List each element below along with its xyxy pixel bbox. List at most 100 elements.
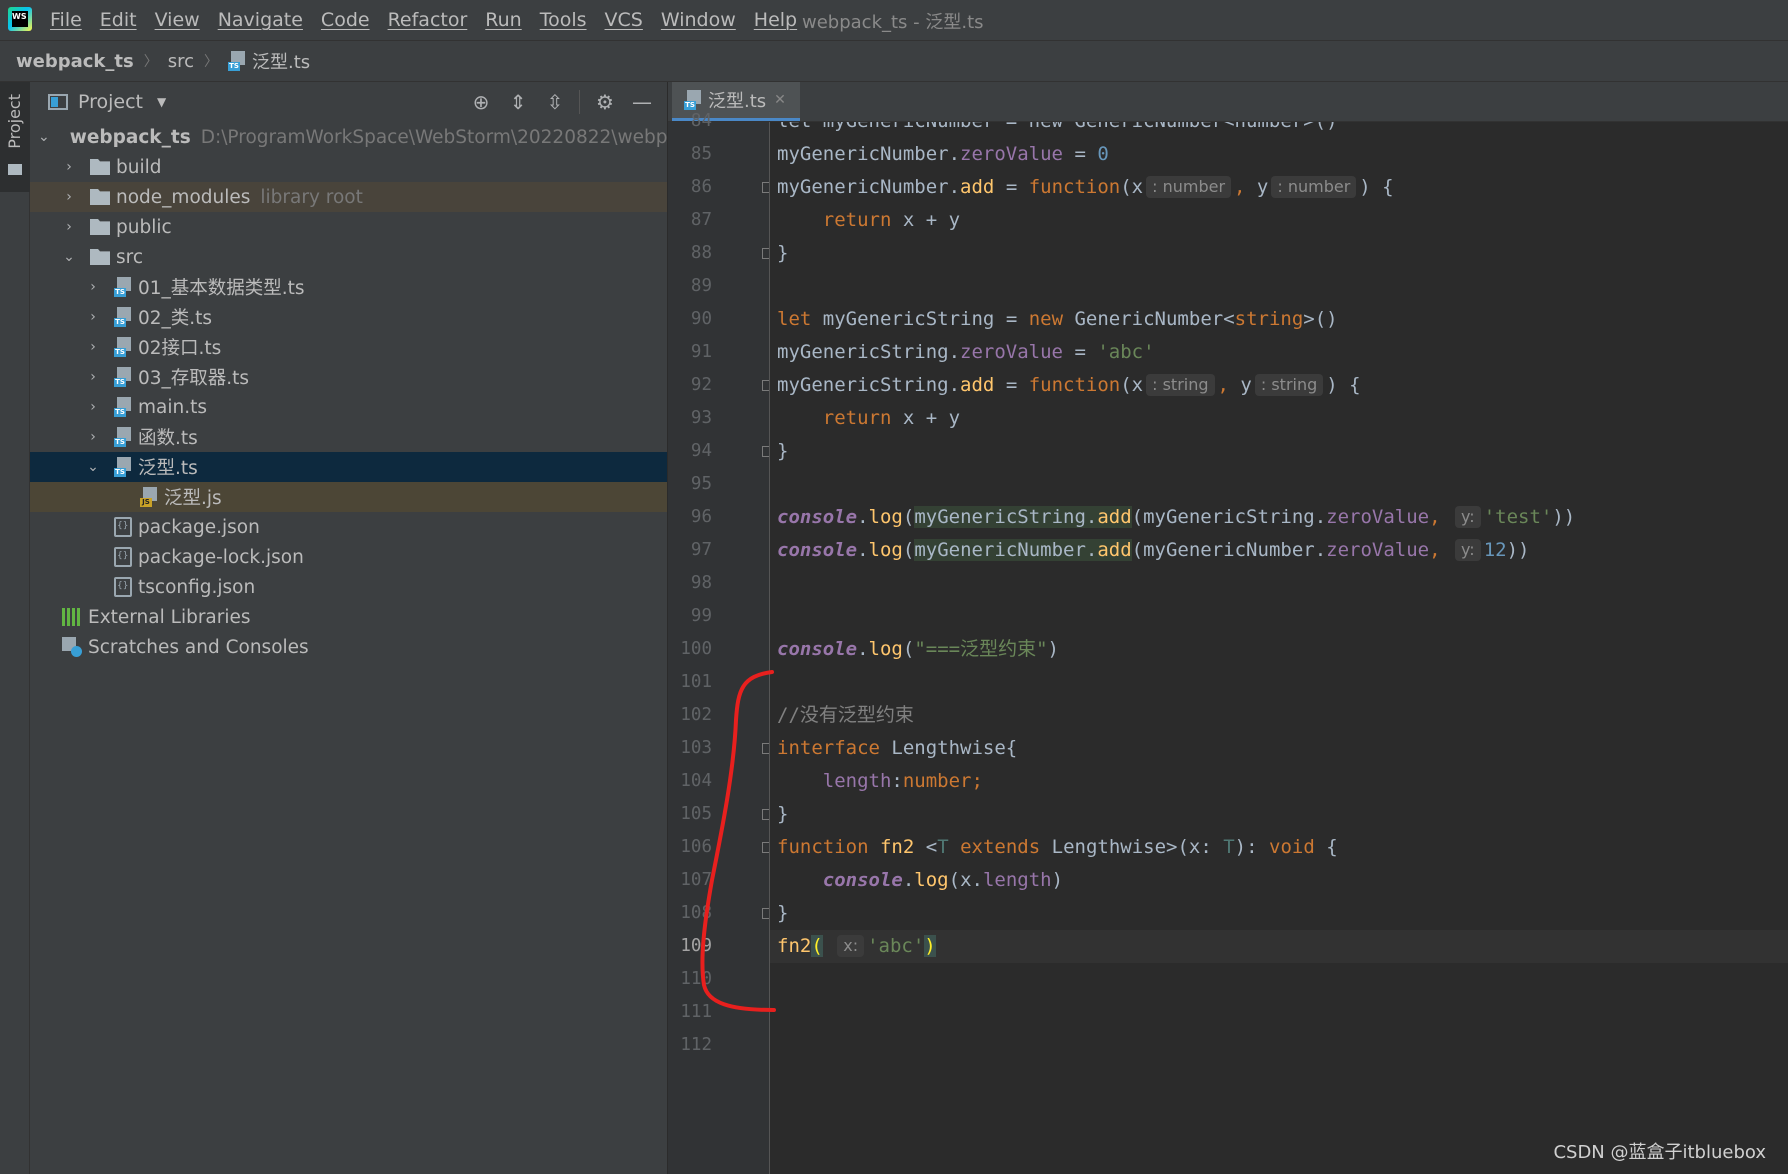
chevron-right-icon[interactable]: › [86,309,100,325]
breadcrumb-folder[interactable]: src [168,51,194,72]
tree-item-label: tsconfig.json [138,576,256,598]
code-line: myGenericString.add = function(x: string… [777,374,1361,396]
code-comment: //没有泛型约束 [777,704,914,726]
minimize-icon[interactable]: — [630,90,654,114]
code-token: "===泛型约束" [914,638,1048,660]
typescript-file-icon: TS [114,427,132,447]
menu-bar: WS File Edit View Navigate Code Refactor… [0,0,1788,40]
tree-item-build[interactable]: › build [30,152,667,182]
line-number: 103 [680,738,712,758]
menu-file[interactable]: File [50,9,82,31]
line-number: 89 [690,276,712,296]
line-number: 98 [690,573,712,593]
gear-icon[interactable]: ⚙ [593,90,617,114]
json-file-icon [114,577,132,597]
project-view-icon [48,94,68,110]
folder-icon [90,219,110,235]
chevron-right-icon[interactable]: › [86,279,100,295]
chevron-right-icon[interactable]: › [62,159,76,175]
menu-window[interactable]: Window [661,9,736,31]
chevron-right-icon[interactable]: › [62,189,76,205]
chevron-down-icon[interactable]: ⌄ [62,249,76,265]
chevron-right-icon[interactable]: › [86,369,100,385]
chevron-right-icon[interactable]: › [86,429,100,445]
param-hint: x: [837,935,865,957]
breadcrumb-file[interactable]: 泛型.ts [252,48,310,74]
code-token: 'test' [1483,506,1553,528]
code-token: zeroValue [960,341,1063,363]
code-line: } [777,242,789,264]
line-number-current: 109 [680,936,712,956]
code-editor[interactable]: let myGenericNumber = new GenericNumber<… [770,122,1788,1174]
param-hint: y: [1455,539,1481,561]
breadcrumb-project[interactable]: webpack_ts [16,51,134,72]
code-line: function fn2 <T extends Lengthwise>(x: T… [777,836,1338,858]
chevron-down-icon[interactable]: ▼ [157,95,166,109]
tree-item-label: webpack_ts [69,126,191,148]
collapse-all-icon[interactable]: ⇳ [543,90,567,114]
menu-run[interactable]: Run [485,9,521,31]
code-token: number; [902,770,983,792]
tree-item-scratches[interactable]: › Scratches and Consoles [30,632,667,662]
chevron-right-icon[interactable]: › [62,219,76,235]
tree-item-src[interactable]: ⌄ src [30,242,667,272]
tree-item-label: 03_存取器.ts [138,368,250,389]
line-number: 91 [690,342,712,362]
tree-item-file-selected[interactable]: ⌄ TS 泛型.ts [30,452,667,482]
tree-item-external-libraries[interactable]: › External Libraries [30,602,667,632]
menu-help[interactable]: Help [754,9,797,31]
code-line: console.log("===泛型约束") [777,638,1059,660]
code-line: length:number; [822,770,983,792]
menu-tools[interactable]: Tools [540,9,587,31]
tree-item-file[interactable]: › TS 02接口.ts [30,332,667,362]
menu-view[interactable]: View [155,9,200,31]
chevron-right-icon[interactable]: › [86,339,100,355]
menu-code[interactable]: Code [321,9,370,31]
project-tool-tab[interactable]: Project [0,82,30,192]
menu-navigate[interactable]: Navigate [218,9,303,31]
tree-item-label: src [116,246,144,268]
tree-item-file[interactable]: › package-lock.json [30,542,667,572]
tree-item-file[interactable]: › TS 函数.ts [30,422,667,452]
menu-items: File Edit View Navigate Code Refactor Ru… [50,0,815,40]
locate-icon[interactable]: ⊕ [469,90,493,114]
expand-all-icon[interactable]: ⇕ [506,90,530,114]
close-icon[interactable]: ✕ [774,92,786,108]
code-line: console.log(myGenericString.add(myGeneri… [777,506,1576,528]
tree-item-label: node_modules [116,186,251,208]
line-number: 92 [690,375,712,395]
menu-edit[interactable]: Edit [100,9,137,31]
code-token: 0 [1097,143,1109,165]
line-number: 97 [690,540,712,560]
code-line-current: fn2( x:'abc') [777,935,936,957]
type-hint: : number [1271,176,1357,198]
line-number: 99 [690,606,712,626]
tree-item-label: 02接口.ts [138,338,222,359]
json-file-icon [114,517,132,537]
tree-item-webpack-ts[interactable]: ⌄ webpack_ts D:\ProgramWorkSpace\WebStor… [30,122,667,152]
menu-vcs[interactable]: VCS [605,9,643,31]
tree-item-file[interactable]: › tsconfig.json [30,572,667,602]
project-panel-title[interactable]: Project [78,91,143,113]
line-number: 86 [690,177,712,197]
tree-item-file[interactable]: › JS 泛型.js [30,482,667,512]
line-number: 112 [680,1035,712,1055]
chevron-down-icon[interactable]: ⌄ [86,459,100,475]
tree-item-node-modules[interactable]: › node_modules library root [30,182,667,212]
project-tool-label: Project [5,94,24,149]
line-number: 106 [680,837,712,857]
menu-refactor[interactable]: Refactor [388,9,468,31]
scratches-icon [62,637,82,657]
tree-item-file[interactable]: › package.json [30,512,667,542]
tree-item-file[interactable]: › TS 01_基本数据类型.ts [30,272,667,302]
chevron-right-icon[interactable]: › [86,399,100,415]
chevron-down-icon[interactable]: ⌄ [38,129,50,145]
code-line: myGenericString.zeroValue = 'abc' [777,341,1155,363]
tree-item-file[interactable]: › TS 02_类.ts [30,302,667,332]
editor-tab-bar: TS 泛型.ts ✕ [668,82,1788,122]
tree-item-file[interactable]: › TS main.ts [30,392,667,422]
tree-item-label: 函数.ts [138,428,198,449]
tree-item-label: package.json [138,516,260,538]
tree-item-file[interactable]: › TS 03_存取器.ts [30,362,667,392]
tree-item-public[interactable]: › public [30,212,667,242]
